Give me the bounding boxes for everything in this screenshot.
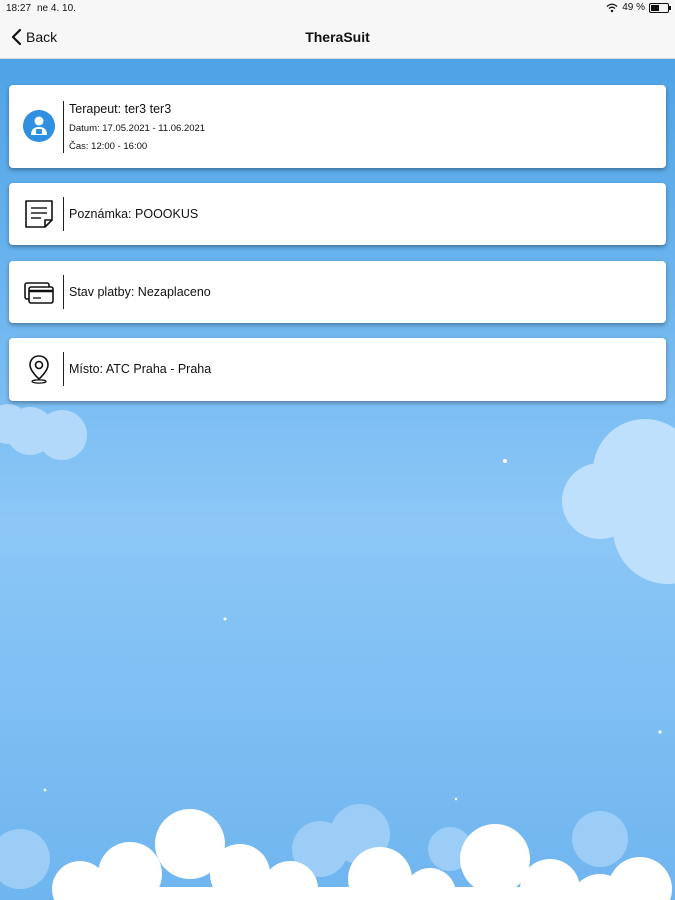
navigation-bar: Back TheraSuit (0, 18, 675, 59)
therapist-icon (23, 110, 55, 142)
time-range: Čas: 12:00 - 16:00 (69, 141, 148, 152)
payment-card[interactable]: Stav platby: Nezaplaceno (9, 261, 666, 323)
note-card[interactable]: Poznámka: POOOKUS (9, 183, 666, 245)
status-bar: 18:27 ne 4. 10. 49 % (0, 0, 675, 18)
battery-percent: 49 % (622, 2, 645, 13)
note-icon (25, 200, 53, 228)
status-right: 49 % (606, 2, 671, 13)
card-separator (63, 101, 64, 153)
location-text: Místo: ATC Praha - Praha (69, 362, 212, 376)
card-separator (63, 197, 64, 231)
date-range: Datum: 17.05.2021 - 11.06.2021 (69, 123, 206, 134)
page-title: TheraSuit (305, 29, 370, 45)
wifi-icon (606, 3, 618, 12)
status-time: 18:27 (6, 3, 32, 14)
credit-card-icon (24, 282, 54, 304)
note-text: Poznámka: POOOKUS (69, 207, 199, 221)
battery-icon (649, 2, 671, 13)
card-separator (63, 275, 64, 309)
payment-status: Stav platby: Nezaplaceno (69, 285, 211, 299)
location-pin-icon (29, 355, 49, 384)
therapist-card[interactable]: Terapeut: ter3 ter3 Datum: 17.05.2021 - … (9, 85, 666, 168)
therapist-name: Terapeut: ter3 ter3 (69, 102, 172, 116)
location-card[interactable]: Místo: ATC Praha - Praha (9, 338, 666, 401)
status-date: ne 4. 10. (37, 3, 76, 14)
card-separator (63, 352, 64, 386)
